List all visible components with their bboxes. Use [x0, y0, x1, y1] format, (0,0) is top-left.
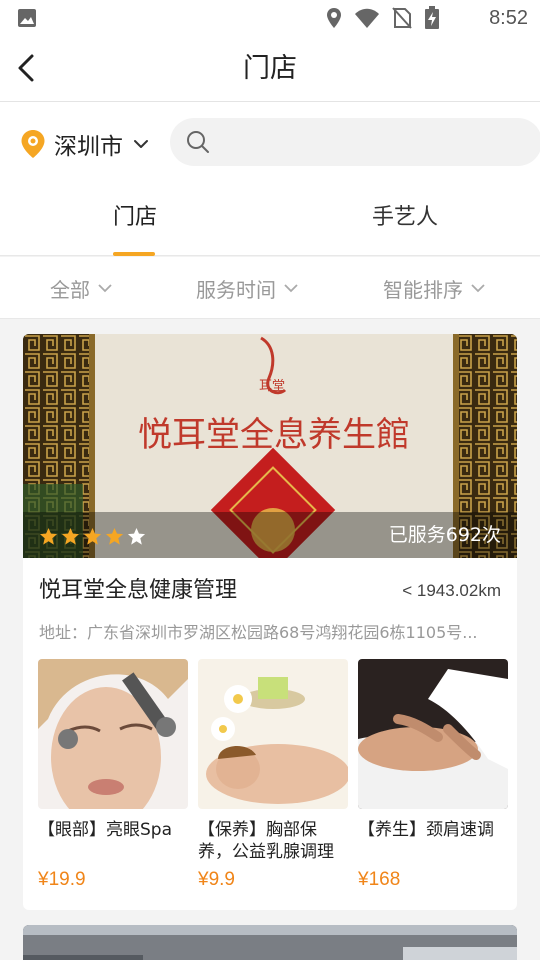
star-filled-icon	[105, 527, 124, 545]
served-count: 已服务692次	[388, 524, 501, 546]
service-list: 【眼部】亮眼Spa ¥19.9 【保养】胸部保养，公益乳腺调理 ¥9.9 【养生…	[38, 659, 508, 899]
filter-smart-sort[interactable]: 智能排序	[383, 274, 485, 302]
location-status-icon	[327, 8, 341, 28]
tab-bar: 门店 手艺人	[0, 184, 540, 256]
store-card[interactable]: 耳堂 悦耳堂全息养生館 已服务692次 悦耳堂全息健康管理 < 1943.02k…	[23, 334, 517, 910]
service-image-eye-spa	[38, 659, 188, 809]
status-icons	[326, 6, 440, 30]
store-name: 悦耳堂全息健康管理	[39, 578, 238, 603]
service-price: ¥9.9	[198, 869, 235, 890]
status-bar: 8:52	[0, 0, 540, 36]
filter-label: 智能排序	[383, 277, 463, 302]
store-banner-image: 耳堂 悦耳堂全息养生館 已服务692次	[23, 334, 517, 558]
service-title: 【眼部】亮眼Spa	[38, 820, 172, 840]
service-price: ¥19.9	[38, 869, 86, 890]
store-banner-image-next	[23, 925, 517, 960]
store-address: 地址：广东省深圳市罗湖区松园路68号鸿翔花园6栋1105号...	[39, 623, 478, 642]
filter-service-time[interactable]: 服务时间	[196, 274, 298, 302]
star-filled-icon	[83, 527, 102, 545]
nav-bar: 门店	[0, 36, 540, 102]
service-item[interactable]: 【眼部】亮眼Spa	[38, 659, 188, 841]
filter-label: 服务时间	[196, 277, 276, 302]
store-distance: < 1943.02km	[402, 581, 501, 600]
chevron-down-icon	[284, 283, 298, 292]
chevron-down-icon	[98, 283, 112, 292]
filter-all[interactable]: 全部	[50, 274, 112, 302]
banner-logo-text: 耳堂	[259, 379, 285, 394]
city-selector[interactable]: 深圳市	[20, 126, 149, 162]
status-time: 8:52	[489, 7, 528, 29]
service-title: 【保养】胸部保养，公益乳腺调理	[198, 820, 334, 862]
service-title: 【养生】颈肩速调	[358, 820, 494, 840]
no-sim-icon	[392, 7, 412, 29]
tab-stores[interactable]: 门店	[35, 202, 235, 234]
filter-label: 全部	[50, 277, 90, 302]
page-title: 门店	[243, 53, 297, 84]
search-input[interactable]	[222, 126, 522, 158]
service-price: ¥168	[358, 869, 401, 890]
rating-stars	[39, 527, 146, 546]
chevron-down-icon	[471, 283, 485, 292]
image-notification-icon	[18, 9, 36, 27]
star-filled-icon	[61, 527, 80, 545]
service-image-breast-care	[198, 659, 348, 809]
city-label: 深圳市	[54, 134, 123, 160]
location-pin-icon	[21, 130, 45, 158]
service-image-neck-shoulder	[358, 659, 508, 809]
service-item[interactable]: 【养生】颈肩速调	[358, 659, 508, 841]
search-box[interactable]	[170, 118, 540, 166]
star-empty-icon	[127, 527, 146, 545]
wifi-icon	[355, 8, 379, 28]
tab-artisans[interactable]: 手艺人	[305, 202, 505, 234]
active-tab-indicator	[113, 252, 155, 256]
search-icon	[187, 131, 209, 153]
store-card-next[interactable]	[23, 925, 517, 960]
star-filled-icon	[39, 527, 58, 545]
service-item[interactable]: 【保养】胸部保养，公益乳腺调理	[198, 659, 348, 863]
chevron-down-icon	[134, 140, 148, 148]
filter-bar: 全部 服务时间 智能排序	[0, 257, 540, 319]
battery-charging-icon	[425, 6, 439, 29]
location-search-bar: 深圳市	[0, 102, 540, 184]
